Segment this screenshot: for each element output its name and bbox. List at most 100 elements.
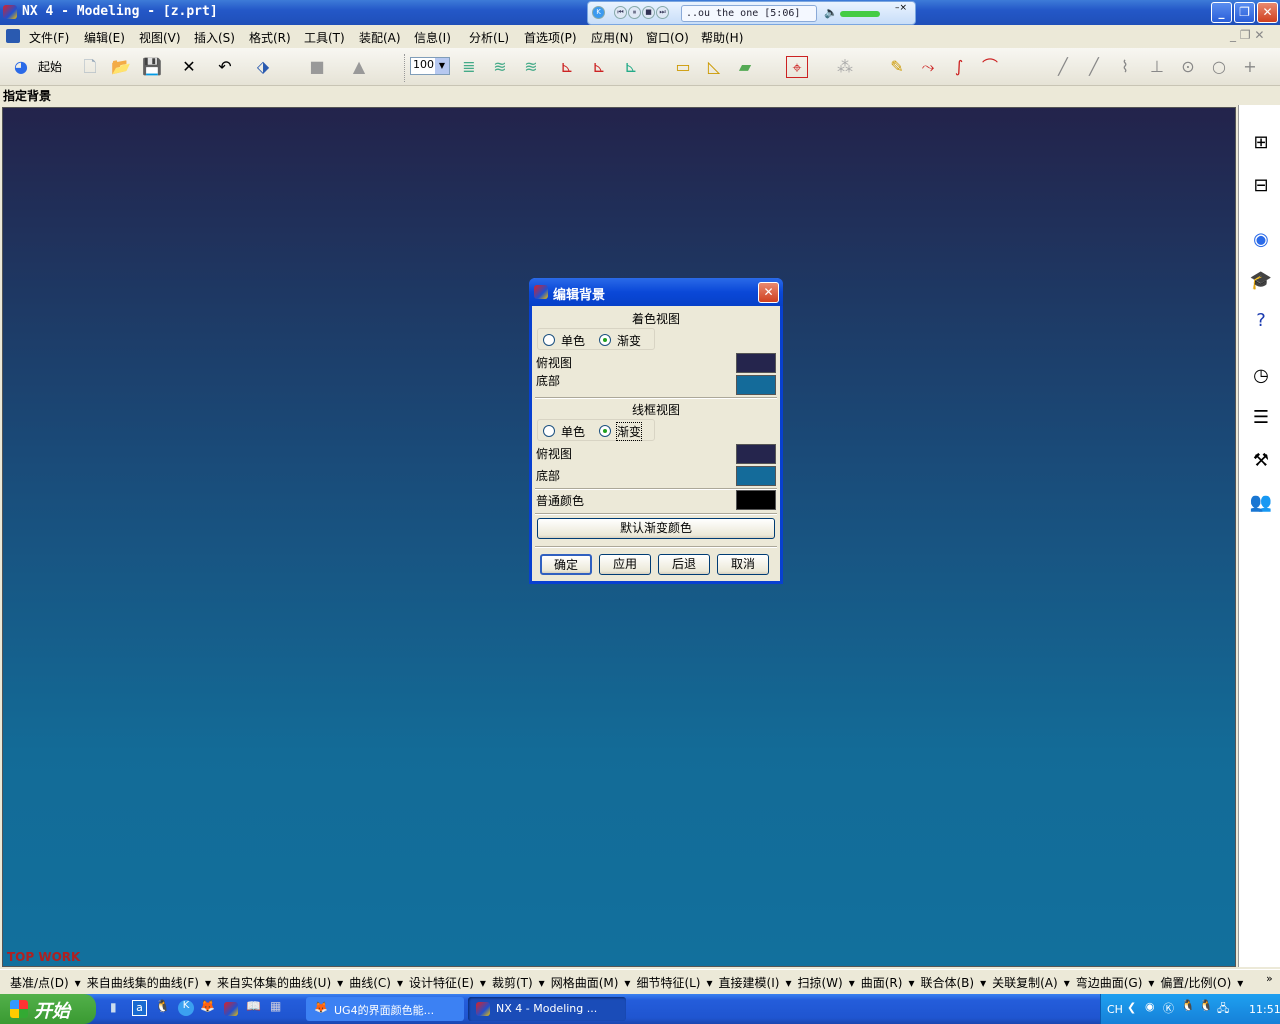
chevron-down-icon[interactable]: ▾ bbox=[539, 976, 545, 990]
feature-menu-3[interactable]: 曲线(C) bbox=[349, 976, 391, 990]
feature-menu-11[interactable]: 联合体(B) bbox=[920, 976, 974, 990]
shaded-icon[interactable]: ■ bbox=[306, 56, 328, 78]
prev-button[interactable]: ⏮ bbox=[614, 6, 627, 19]
volume-icon[interactable]: 🔈 bbox=[824, 6, 838, 19]
wcs-rotate-icon[interactable]: ⊾ bbox=[588, 56, 610, 78]
wireframe-bottom-color-swatch[interactable] bbox=[736, 466, 776, 486]
tray-app-icon[interactable]: ◉ bbox=[1145, 1000, 1155, 1013]
open-folder-icon[interactable]: 📂 bbox=[110, 56, 132, 78]
taskbar-item-nx[interactable]: NX 4 - Modeling ... bbox=[468, 997, 626, 1021]
restore-button[interactable]: ❐ bbox=[1234, 2, 1255, 23]
circle-center-icon[interactable]: ⊙ bbox=[1177, 56, 1199, 78]
start-icon[interactable]: ◕ bbox=[10, 56, 32, 78]
chevron-down-icon[interactable]: ▾ bbox=[205, 976, 211, 990]
show-desktop-icon[interactable]: ▮ bbox=[110, 1000, 117, 1014]
layer-settings-icon[interactable]: ≣ bbox=[458, 56, 480, 78]
new-file-icon[interactable]: 🗋 bbox=[79, 56, 101, 78]
part-navigator-icon[interactable]: ⊟ bbox=[1248, 173, 1274, 199]
feature-menu-6[interactable]: 网格曲面(M) bbox=[551, 976, 619, 990]
edit-curve-icon[interactable]: ⌒ bbox=[979, 56, 1001, 78]
wireframe-gradient-radio[interactable] bbox=[599, 425, 611, 437]
system-materials-icon[interactable]: ⚒ bbox=[1248, 448, 1274, 474]
nx-quicklaunch-icon[interactable] bbox=[224, 1002, 238, 1016]
edit-icon[interactable]: ✎ bbox=[886, 56, 908, 78]
qq-icon[interactable]: 🐧 bbox=[155, 999, 170, 1013]
undo-icon[interactable]: ↶ bbox=[214, 56, 236, 78]
feature-menu-2[interactable]: 来自实体集的曲线(U) bbox=[217, 976, 331, 990]
menu-insert[interactable]: 插入(S) bbox=[194, 29, 235, 46]
chevron-down-icon[interactable]: ▾ bbox=[908, 976, 914, 990]
measure-angle-icon[interactable]: ◺ bbox=[703, 56, 725, 78]
arc-icon[interactable]: ⊥ bbox=[1146, 56, 1168, 78]
menu-assembly[interactable]: 装配(A) bbox=[359, 29, 401, 46]
menu-analysis[interactable]: 分析(L) bbox=[469, 29, 509, 46]
menu-view[interactable]: 视图(V) bbox=[139, 29, 181, 46]
default-gradient-button[interactable]: 默认渐变颜色 bbox=[537, 518, 775, 539]
back-button[interactable]: 后退 bbox=[658, 554, 710, 575]
chevron-down-icon[interactable]: ▾ bbox=[980, 976, 986, 990]
shaded-top-color-swatch[interactable] bbox=[736, 353, 776, 373]
menu-preferences[interactable]: 首选项(P) bbox=[524, 29, 577, 46]
player-close-icon[interactable]: –× bbox=[895, 3, 907, 13]
network-icon[interactable]: 🖧 bbox=[1217, 1000, 1229, 1019]
chevron-down-icon[interactable]: ▾ bbox=[1064, 976, 1070, 990]
selection-filter-icon[interactable]: ⌖ bbox=[786, 56, 808, 78]
save-icon[interactable]: 💾 bbox=[141, 56, 163, 78]
chevron-down-icon[interactable]: ▾ bbox=[849, 976, 855, 990]
feature-menu-9[interactable]: 扫掠(W) bbox=[797, 976, 842, 990]
menu-edit[interactable]: 编辑(E) bbox=[84, 29, 125, 46]
apply-button[interactable]: 应用 bbox=[599, 554, 651, 575]
wireframe-gradient-label[interactable]: 渐变 bbox=[615, 422, 643, 441]
zoom-select[interactable]: 100 ▼ bbox=[410, 57, 450, 75]
chevron-down-icon[interactable]: ▾ bbox=[1148, 976, 1154, 990]
wireframe-single-label[interactable]: 单色 bbox=[561, 423, 585, 440]
shaded-gradient-radio[interactable] bbox=[599, 334, 611, 346]
shaded-single-radio[interactable] bbox=[543, 334, 555, 346]
language-indicator[interactable]: CH bbox=[1107, 1003, 1123, 1016]
wireframe-top-color-swatch[interactable] bbox=[736, 444, 776, 464]
menu-file[interactable]: 文件(F) bbox=[29, 29, 69, 46]
help-icon[interactable]: ? bbox=[1248, 308, 1274, 334]
menu-window[interactable]: 窗口(O) bbox=[646, 29, 689, 46]
point-icon[interactable]: + bbox=[1239, 56, 1261, 78]
chevron-down-icon[interactable]: ▾ bbox=[624, 976, 630, 990]
chevron-down-icon[interactable]: ▾ bbox=[397, 976, 403, 990]
plain-color-swatch[interactable] bbox=[736, 490, 776, 510]
curve-length-icon[interactable]: ∫ bbox=[948, 56, 970, 78]
feature-menu-8[interactable]: 直接建模(I) bbox=[719, 976, 780, 990]
next-button[interactable]: ⏭ bbox=[656, 6, 669, 19]
feature-menu-12[interactable]: 关联复制(A) bbox=[992, 976, 1058, 990]
tray-expand-icon[interactable]: ❮ bbox=[1127, 1001, 1136, 1014]
aliwangwang-icon[interactable]: a bbox=[132, 1000, 147, 1016]
training-icon[interactable]: 🎓 bbox=[1248, 268, 1274, 294]
firefox-icon[interactable]: 🦊 bbox=[200, 999, 215, 1013]
transform-icon[interactable]: ⬗ bbox=[252, 56, 274, 78]
cancel-button[interactable]: 取消 bbox=[717, 554, 769, 575]
chevron-down-icon[interactable]: ▾ bbox=[707, 976, 713, 990]
feature-menu-1[interactable]: 来自曲线集的曲线(F) bbox=[87, 976, 199, 990]
wcs-origin-icon[interactable]: ⊾ bbox=[556, 56, 578, 78]
taskbar-item-firefox[interactable]: 🦊 UG4的界面颜色能... bbox=[306, 997, 464, 1021]
start-button[interactable]: 起始 bbox=[38, 58, 62, 75]
feature-menu-7[interactable]: 细节特征(L) bbox=[636, 976, 700, 990]
book-icon[interactable]: 📖 bbox=[246, 999, 261, 1013]
chevron-down-icon[interactable]: ▾ bbox=[75, 976, 81, 990]
wireframe-single-radio[interactable] bbox=[543, 425, 555, 437]
assembly-navigator-icon[interactable]: ⊞ bbox=[1248, 130, 1274, 156]
calculator-icon[interactable]: ▦ bbox=[270, 999, 281, 1013]
qq-tray-icon-2[interactable]: 🐧 bbox=[1199, 999, 1213, 1012]
volume-slider[interactable] bbox=[840, 11, 880, 17]
mdi-controls[interactable]: _ ❐ ✕ bbox=[1230, 28, 1264, 42]
minimize-button[interactable]: _ bbox=[1211, 2, 1232, 23]
shaded-single-label[interactable]: 单色 bbox=[561, 332, 585, 349]
line-icon[interactable]: ╱ bbox=[1052, 56, 1074, 78]
start-button[interactable]: 开始 bbox=[0, 994, 96, 1024]
fillet-icon[interactable]: ⌇ bbox=[1114, 56, 1136, 78]
clock[interactable]: 11:51 bbox=[1249, 1003, 1280, 1016]
menu-info[interactable]: 信息(I) bbox=[414, 29, 451, 46]
close-button[interactable]: ✕ bbox=[1257, 2, 1278, 23]
feature-menu-5[interactable]: 裁剪(T) bbox=[492, 976, 533, 990]
toolbar-overflow-icon[interactable]: » bbox=[1266, 972, 1273, 985]
feature-menu-4[interactable]: 设计特征(E) bbox=[409, 976, 474, 990]
assembly-icon[interactable]: ⁂ bbox=[834, 56, 856, 78]
